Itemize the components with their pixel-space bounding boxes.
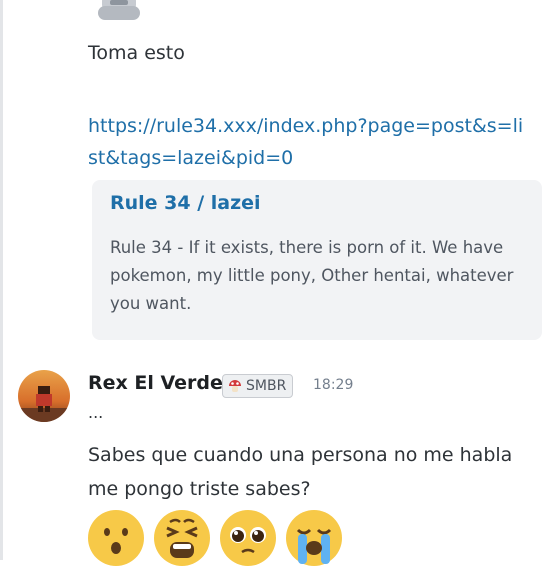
embed-description: Rule 34 - If it exists, there is porn of… — [110, 238, 514, 313]
author-name[interactable]: Rex El Verde — [88, 372, 223, 394]
message-timestamp[interactable]: 18:29 — [313, 377, 353, 393]
tired-face-emoji — [154, 510, 210, 566]
loudly-crying-face-emoji — [286, 510, 342, 566]
hushed-face-emoji — [88, 510, 144, 566]
pleading-face-emoji — [220, 510, 276, 566]
guild-tag-label: SMBR — [246, 378, 287, 394]
avatar-image — [18, 370, 70, 422]
avatar[interactable] — [18, 370, 70, 422]
embed-title-link[interactable]: Rule 34 / lazei — [110, 192, 261, 214]
emoji-row — [86, 508, 344, 568]
message-link[interactable]: https://rule34.xxx/index.php?page=post&s… — [88, 110, 528, 174]
channel-left-border — [0, 0, 3, 560]
guild-tag-badge[interactable]: SMBR — [222, 374, 294, 398]
message-text: Sabes que cuando una persona no me habla… — [88, 444, 513, 500]
message-text: Toma esto — [88, 42, 185, 64]
previous-avatar-partial — [98, 0, 140, 20]
link-embed: Rule 34 / lazei Rule 34 - If it exists, … — [92, 180, 542, 340]
mushroom-icon — [229, 380, 241, 392]
message-ellipsis: ... — [88, 403, 104, 422]
